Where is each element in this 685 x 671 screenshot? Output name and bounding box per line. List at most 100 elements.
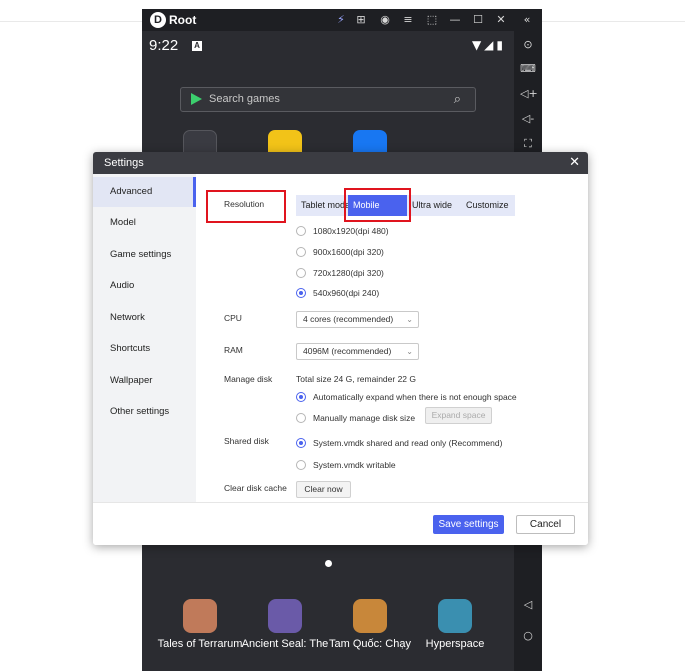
tab-tablet-mode[interactable]: Tablet mode [296,195,348,216]
page-indicator-dot [325,560,332,567]
search-placeholder: Search games [209,93,280,105]
nav-item-wallpaper[interactable]: Wallpaper [93,366,196,396]
settings-content: Resolution Tablet mode Mobile mode Ultra… [196,174,588,502]
chevron-down-icon: ⌄ [406,347,413,356]
nav-item-audio[interactable]: Audio [93,271,196,301]
resolution-option[interactable]: 540x960(dpi 240) [296,286,379,300]
disk-manual-label: Manually manage disk size [313,413,416,423]
shared-disk-option-label: System.vmdk shared and read only (Recomm… [313,438,503,448]
save-settings-button[interactable]: Save settings [433,515,504,534]
gamepad-icon[interactable]: ⊞ [353,12,369,28]
manage-disk-label: Manage disk [224,374,273,384]
nav-item-shortcuts[interactable]: Shortcuts [93,334,196,364]
game-thumbnail [353,599,387,633]
disk-summary: Total size 24 G, remainder 22 G [296,374,417,384]
status-clock: 9:22 [149,37,179,54]
radio-button-selected[interactable] [296,288,306,298]
android-status-bar: 9:22 A ▼◢▮ [142,31,514,57]
game-thumbnail [183,599,217,633]
dialog-close-icon[interactable]: ✕ [569,155,580,170]
nav-item-model[interactable]: Model [93,208,196,238]
game-thumbnail [438,599,472,633]
nav-item-network[interactable]: Network [93,303,196,333]
resolution-option-label: 1080x1920(dpi 480) [313,226,389,236]
game-item[interactable]: Ancient Seal: The [240,599,330,651]
maximize-icon[interactable]: ☐ [470,12,486,28]
dialog-footer: Save settings Cancel [93,502,588,545]
radio-button[interactable] [296,268,306,278]
game-item[interactable]: Tales of Terrarum [155,599,245,651]
ram-select[interactable]: 4096M (recommended) ⌄ [296,343,419,360]
home-icon[interactable]: ○ [520,628,536,644]
emulator-titlebar: D Root ⚡ ⊞ ◉ ≡ ⬚ — ☐ ✕ « [142,9,542,31]
fullscreen-icon[interactable]: ⛶ [520,136,536,152]
app-name: Root [169,13,197,27]
ram-label: RAM [224,345,243,355]
volume-up-icon[interactable]: ◁+ [520,86,538,102]
radio-button[interactable] [296,226,306,236]
game-item[interactable]: Hyperspace [410,599,500,651]
app-logo-icon: D [150,12,166,28]
bolt-icon[interactable]: ⚡ [333,12,349,28]
disk-auto-label: Automatically expand when there is not e… [313,392,517,402]
cpu-select-value: 4 cores (recommended) [303,314,394,324]
close-icon[interactable]: ✕ [493,12,509,28]
dialog-header: Settings ✕ [93,152,588,174]
account-icon[interactable]: ◉ [377,12,393,28]
mobile-mode-highlight-box [344,188,411,222]
game-item[interactable]: Tam Quốc: Chạy [325,599,415,651]
disk-auto-option[interactable]: Automatically expand when there is not e… [296,390,517,404]
minimize-icon[interactable]: — [447,12,463,28]
keyboard-icon[interactable]: ⌨ [520,61,536,77]
cancel-button[interactable]: Cancel [516,515,575,534]
screenshot-icon[interactable]: ⬚ [424,12,440,28]
tab-customize[interactable]: Customize [461,195,515,216]
settings-dialog: Settings ✕ Advanced Model Game settings … [93,152,588,545]
game-label: Hyperspace [425,638,485,650]
menu-icon[interactable]: ≡ [400,12,416,28]
play-store-icon [191,93,202,105]
disk-manual-option[interactable]: Manually manage disk size [296,411,415,425]
volume-down-icon[interactable]: ◁- [520,111,536,127]
dialog-title: Settings [104,157,144,169]
radio-button[interactable] [296,460,306,470]
game-label: Ancient Seal: The [241,638,329,650]
signal-battery-icon: ▼◢▮ [471,38,506,52]
cpu-label: CPU [224,313,242,323]
game-thumbnail [268,599,302,633]
resolution-option-label: 900x1600(dpi 320) [313,247,384,257]
ram-select-value: 4096M (recommended) [303,346,392,356]
game-label: Tam Quốc: Chạy [329,638,411,650]
resolution-option-label: 540x960(dpi 240) [313,288,380,298]
radio-button[interactable] [296,413,306,423]
collapse-icon[interactable]: « [519,12,535,28]
shared-disk-option[interactable]: System.vmdk shared and read only (Recomm… [296,436,502,450]
notification-badge: A [192,41,202,51]
clear-cache-label: Clear disk cache [224,483,287,493]
search-icon[interactable]: ⌕ [454,92,461,107]
settings-nav: Advanced Model Game settings Audio Netwo… [93,174,196,502]
resolution-highlight-box [206,190,286,223]
shared-disk-option[interactable]: System.vmdk writable [296,458,396,472]
nav-item-other-settings[interactable]: Other settings [93,397,196,427]
resolution-option-label: 720x1280(dpi 320) [313,268,384,278]
clear-now-button[interactable]: Clear now [296,481,351,498]
tab-ultra-wide[interactable]: Ultra wide [407,195,461,216]
expand-space-button[interactable]: Expand space [425,407,492,424]
resolution-option[interactable]: 720x1280(dpi 320) [296,266,384,280]
search-bar[interactable]: Search games ⌕ [180,87,476,112]
game-label: Tales of Terrarum [157,638,243,650]
target-icon[interactable]: ⊙ [520,37,536,53]
radio-button-selected[interactable] [296,438,306,448]
shared-disk-label: Shared disk [224,436,269,446]
back-icon[interactable]: ◁ [520,597,536,613]
resolution-option[interactable]: 900x1600(dpi 320) [296,245,384,259]
shared-disk-option-label: System.vmdk writable [313,460,396,470]
cpu-select[interactable]: 4 cores (recommended) ⌄ [296,311,419,328]
resolution-option[interactable]: 1080x1920(dpi 480) [296,224,389,238]
nav-item-advanced[interactable]: Advanced [93,177,196,207]
chevron-down-icon: ⌄ [406,315,413,324]
nav-item-game-settings[interactable]: Game settings [93,240,196,270]
radio-button[interactable] [296,247,306,257]
radio-button-selected[interactable] [296,392,306,402]
